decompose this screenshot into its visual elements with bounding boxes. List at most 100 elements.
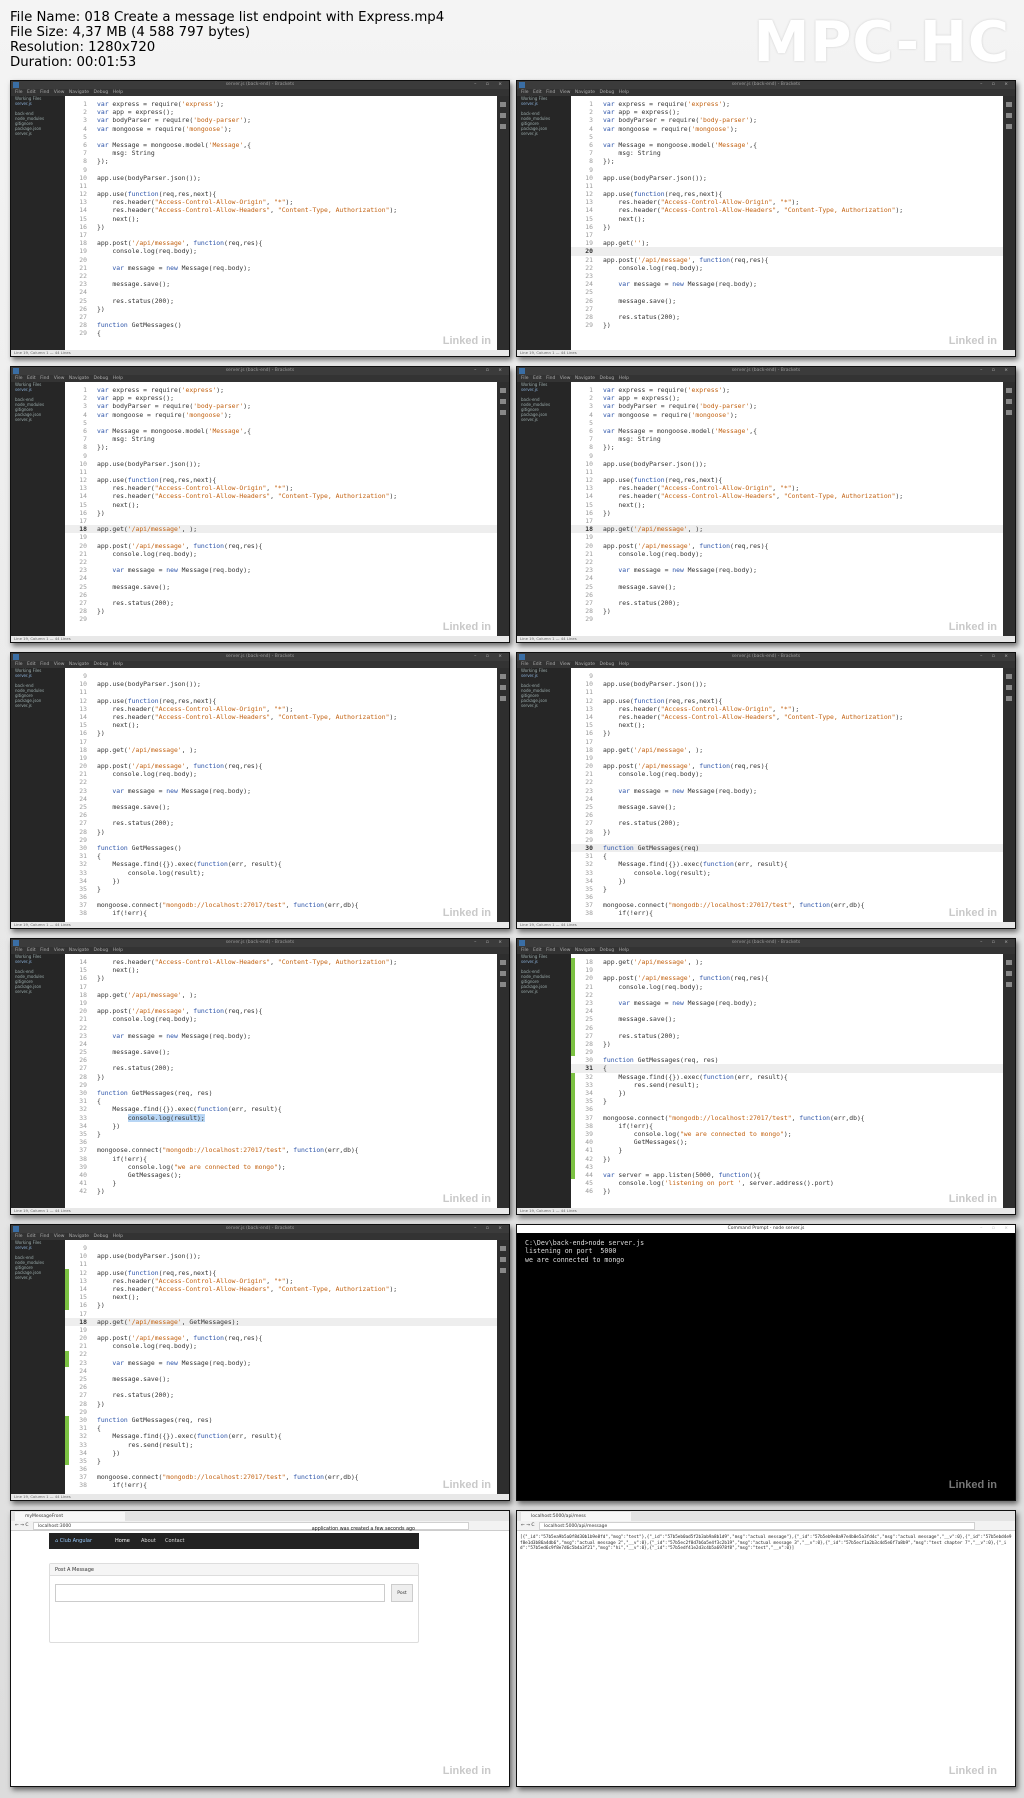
- editor-window[interactable]: server.js (back-end) - Brackets – ▫ × File…: [516, 80, 1016, 357]
- code-line[interactable]: 4 var mongoose = require('mongoose');: [65, 125, 497, 133]
- extension-icon[interactable]: [1006, 971, 1012, 976]
- code-line[interactable]: 34 }): [571, 1089, 1003, 1097]
- code-line[interactable]: 36: [65, 1138, 497, 1146]
- code-line[interactable]: 26: [65, 811, 497, 819]
- code-line[interactable]: 19: [65, 533, 497, 541]
- toolbar-right[interactable]: [497, 96, 509, 350]
- code-editor[interactable]: 9 10 app.use(bodyParser.json()); 11 12 app.us…: [65, 668, 497, 922]
- extension-icon[interactable]: [500, 685, 506, 690]
- menu-bar[interactable]: File Edit Find View Navigate Debug Help: [517, 89, 1015, 96]
- sidebar-file[interactable]: server.js: [11, 703, 65, 708]
- code-line[interactable]: 20 app.post('/api/message', function(req,…: [65, 1007, 497, 1015]
- code-line[interactable]: 26: [571, 811, 1003, 819]
- code-line[interactable]: 27 res.status(200);: [571, 1032, 1003, 1040]
- code-line[interactable]: 15 next();: [571, 215, 1003, 223]
- code-line[interactable]: 19: [65, 999, 497, 1007]
- code-line[interactable]: 33 res.send(result);: [571, 1081, 1003, 1089]
- code-line[interactable]: 5: [571, 133, 1003, 141]
- code-line[interactable]: 3 var bodyParser = require('body-parser')…: [571, 402, 1003, 410]
- code-line[interactable]: 35}: [571, 885, 1003, 893]
- code-line[interactable]: 22: [571, 991, 1003, 999]
- code-line[interactable]: 17: [571, 738, 1003, 746]
- code-line[interactable]: 31{: [65, 1097, 497, 1105]
- code-line[interactable]: 19: [65, 1326, 497, 1334]
- code-line[interactable]: 11: [65, 182, 497, 190]
- code-line[interactable]: 1 var express = require('express');: [571, 100, 1003, 108]
- code-line[interactable]: 1 var express = require('express');: [571, 386, 1003, 394]
- code-line[interactable]: 19 app.get('');: [571, 239, 1003, 247]
- code-line[interactable]: 19: [571, 533, 1003, 541]
- code-line[interactable]: 23 var message = new Message(req.body);: [571, 787, 1003, 795]
- editor-window[interactable]: server.js (back-end) - Brackets – ▫ × File…: [516, 652, 1016, 929]
- code-line[interactable]: 11: [65, 688, 497, 696]
- code-line[interactable]: 23: [571, 272, 1003, 280]
- extension-icon[interactable]: [500, 1268, 506, 1273]
- code-line[interactable]: 16}): [65, 729, 497, 737]
- nav-about[interactable]: About: [141, 1533, 156, 1549]
- file-sidebar[interactable]: Working Files server.js back-end node_modu…: [11, 96, 65, 350]
- code-line[interactable]: 8});: [65, 443, 497, 451]
- code-line[interactable]: 4 var mongoose = require('mongoose');: [571, 411, 1003, 419]
- window-controls[interactable]: – ▫ ×: [980, 653, 1012, 661]
- live-preview-icon[interactable]: [1006, 674, 1012, 679]
- code-line[interactable]: 17: [65, 738, 497, 746]
- message-input[interactable]: [55, 1584, 385, 1602]
- code-line[interactable]: 16}): [571, 509, 1003, 517]
- code-line[interactable]: 3 var bodyParser = require('body-parser')…: [65, 116, 497, 124]
- code-line[interactable]: 29: [65, 1408, 497, 1416]
- code-editor[interactable]: 18 app.get('/api/message', ); 19 20 app.post…: [571, 954, 1003, 1208]
- extension-icon[interactable]: [1006, 124, 1012, 129]
- code-line[interactable]: 34 }): [65, 877, 497, 885]
- code-line[interactable]: 27 res.status(200);: [571, 599, 1003, 607]
- sidebar-file[interactable]: server.js: [517, 989, 571, 994]
- toolbar-right[interactable]: [497, 382, 509, 636]
- code-line[interactable]: 20: [65, 256, 497, 264]
- code-line[interactable]: 26}): [65, 305, 497, 313]
- code-line[interactable]: 5: [571, 419, 1003, 427]
- code-line[interactable]: 21 console.log(req.body);: [65, 1342, 497, 1350]
- code-line[interactable]: 15 next();: [65, 1293, 497, 1301]
- code-line[interactable]: 6 var Message = mongoose.model('Message',…: [65, 427, 497, 435]
- code-line[interactable]: 18 app.get('/api/message', );: [571, 746, 1003, 754]
- code-line[interactable]: 36: [65, 893, 497, 901]
- extension-icon[interactable]: [1006, 399, 1012, 404]
- code-line[interactable]: 38 if(!err){: [571, 909, 1003, 917]
- code-line[interactable]: 9: [571, 452, 1003, 460]
- code-line[interactable]: 24: [65, 288, 497, 296]
- sidebar-file[interactable]: server.js: [11, 131, 65, 136]
- code-line[interactable]: 16}): [65, 509, 497, 517]
- code-line[interactable]: 10 app.use(bodyParser.json());: [571, 460, 1003, 468]
- code-line[interactable]: 28}): [65, 607, 497, 615]
- code-line[interactable]: 25 res.status(200);: [65, 297, 497, 305]
- editor-window[interactable]: server.js (back-end) - Brackets – ▫ × File…: [10, 1224, 510, 1501]
- code-line[interactable]: 29: [571, 615, 1003, 623]
- code-line[interactable]: 17: [571, 231, 1003, 239]
- code-line[interactable]: 17: [65, 517, 497, 525]
- code-line[interactable]: 29: [65, 836, 497, 844]
- code-line[interactable]: 9: [65, 452, 497, 460]
- extension-icon[interactable]: [500, 399, 506, 404]
- code-line[interactable]: 26: [571, 1024, 1003, 1032]
- code-line[interactable]: 37 mongoose.connect("mongodb://localhost:…: [571, 1114, 1003, 1122]
- code-line[interactable]: 28}): [65, 1400, 497, 1408]
- window-controls[interactable]: – ▫ ×: [980, 1225, 1012, 1233]
- editor-window[interactable]: server.js (back-end) - Brackets – ▫ × File…: [10, 938, 510, 1215]
- code-line[interactable]: 11: [65, 468, 497, 476]
- code-line[interactable]: 9: [65, 672, 497, 680]
- code-line[interactable]: 23 var message = new Message(req.body);: [571, 566, 1003, 574]
- code-line[interactable]: 31{: [65, 852, 497, 860]
- editor-window[interactable]: server.js (back-end) - Brackets – ▫ × File…: [10, 80, 510, 357]
- code-line[interactable]: 7 msg: String: [65, 435, 497, 443]
- code-line[interactable]: 25 message.save();: [65, 583, 497, 591]
- extension-icon[interactable]: [500, 113, 506, 118]
- code-line[interactable]: 24: [571, 795, 1003, 803]
- code-line[interactable]: 27: [65, 313, 497, 321]
- code-line[interactable]: 5: [65, 133, 497, 141]
- code-line[interactable]: 1 var express = require('express');: [65, 100, 497, 108]
- code-line[interactable]: 27 res.status(200);: [65, 599, 497, 607]
- code-line[interactable]: 33 console.log(result);: [65, 869, 497, 877]
- code-line[interactable]: 25 message.save();: [571, 803, 1003, 811]
- code-line[interactable]: 45 console.log('listening on port ', ser…: [571, 1179, 1003, 1187]
- code-line[interactable]: 34 }): [571, 877, 1003, 885]
- code-line[interactable]: 27 res.status(200);: [65, 819, 497, 827]
